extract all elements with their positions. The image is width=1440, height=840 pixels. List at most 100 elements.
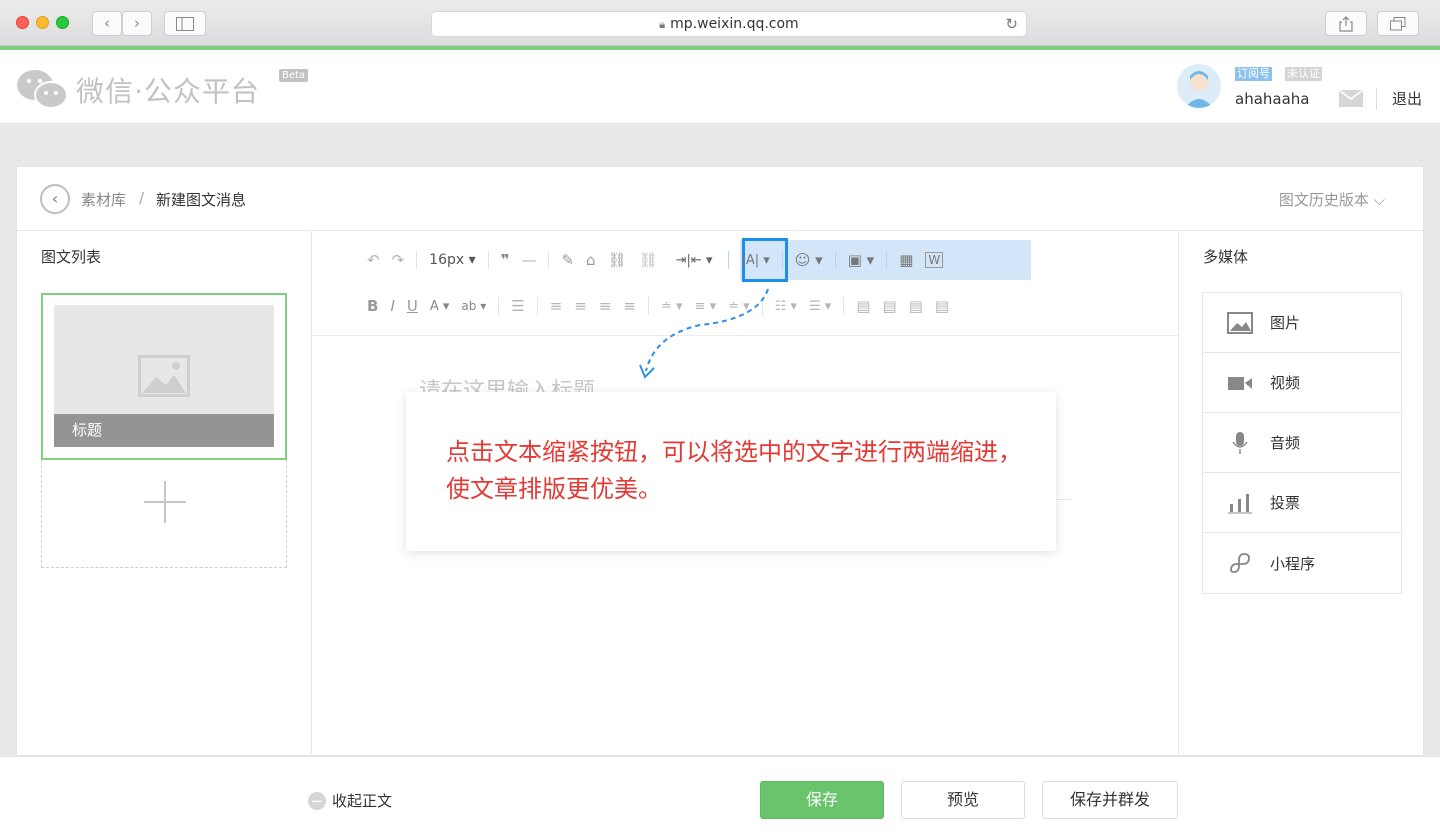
toolbar-separator (536, 297, 538, 315)
float-none-icon[interactable]: ▤ (883, 297, 897, 315)
minus-circle-icon: − (308, 791, 326, 810)
media-item-label: 视频 (1270, 374, 1301, 392)
indent-icon[interactable]: ☰ (511, 297, 524, 315)
forward-button[interactable]: › (122, 11, 152, 36)
chevron-right-icon: › (134, 14, 140, 32)
toolbar-separator (781, 251, 783, 269)
maximize-window-button[interactable] (56, 16, 69, 29)
float-center-icon[interactable]: ▤ (935, 297, 949, 315)
bold-icon[interactable]: B (367, 297, 378, 315)
save-button[interactable]: 保存 (760, 781, 884, 819)
avatar[interactable] (1177, 64, 1221, 108)
media-item-video[interactable]: 视频 (1203, 353, 1401, 413)
insert-image-dropdown[interactable]: ▣ ▾ (848, 251, 874, 269)
toolbar-row-1: ↶ ↷ 16px ▾ ❞ — ✎ ⌂ ⛓ ⛓ ⇥|⇤ ▾ |A| ▾ ☺ ▾ ▣… (367, 245, 955, 275)
redo-icon[interactable]: ↷ (392, 251, 405, 269)
url-text: mp.weixin.qq.com (670, 16, 799, 32)
align-left-icon[interactable]: ≡ (550, 297, 563, 315)
breadcrumb-parent-link[interactable]: 素材库 (81, 189, 126, 210)
letter-spacing-dropdown[interactable]: |A| ▾ (741, 253, 769, 268)
toolbar-separator (487, 251, 489, 269)
template-icon[interactable]: ▦ (899, 251, 913, 269)
article-card[interactable]: 标题 (41, 293, 287, 460)
font-size-dropdown[interactable]: 16px ▾ (429, 252, 475, 268)
history-version-dropdown[interactable]: 图文历史版本 ⌵ (1279, 189, 1385, 210)
chevron-left-icon: ‹ (104, 14, 110, 32)
align-center-icon[interactable]: ≡ (574, 297, 587, 315)
breadcrumb-current: 新建图文消息 (156, 191, 247, 209)
blockquote-icon[interactable]: ❞ (501, 251, 510, 269)
italic-icon[interactable]: I (390, 297, 394, 315)
user-avatar-icon (1177, 64, 1221, 108)
article-list-column: 图文列表 标题 (17, 231, 312, 757)
clear-format-icon[interactable]: ⌂ (586, 251, 596, 269)
emoji-dropdown[interactable]: ☺ ▾ (795, 251, 823, 269)
media-item-audio[interactable]: 音频 (1203, 413, 1401, 473)
tooltip-text: 点击文本缩紧按钮，可以将选中的文字进行两端缩进，使文章排版更优美。 (446, 438, 1022, 503)
import-word-icon[interactable]: W (925, 252, 944, 268)
share-icon (1339, 16, 1353, 32)
minimize-window-button[interactable] (36, 16, 49, 29)
toolbar-separator (834, 251, 836, 269)
article-cover: 标题 (54, 305, 274, 447)
toolbar-separator (886, 251, 888, 269)
site-header: 微信·公众平台 Beta 订阅号 未认证 ahahaaha 退出 (0, 50, 1440, 124)
media-item-label: 小程序 (1270, 554, 1316, 573)
address-bar[interactable]: 🔒︎ mp.weixin.qq.com ↻ (431, 11, 1027, 37)
underline-icon[interactable]: U (407, 297, 418, 315)
toolbar-separator (728, 251, 730, 269)
save-and-send-button[interactable]: 保存并群发 (1042, 781, 1178, 819)
close-window-button[interactable] (16, 16, 29, 29)
username[interactable]: ahahaaha (1235, 90, 1309, 108)
add-article-button[interactable] (41, 460, 287, 568)
image-placeholder-icon (138, 355, 190, 397)
media-column: 多媒体 图片 视频 音频 投票 小程序 (1178, 231, 1425, 757)
background-color-dropdown[interactable]: ab ▾ (461, 299, 486, 313)
article-list-title: 图文列表 (41, 248, 102, 266)
mini-program-icon (1230, 553, 1250, 573)
horizontal-rule-icon[interactable]: — (521, 251, 536, 269)
image-icon (1227, 311, 1253, 334)
preview-button[interactable]: 预览 (901, 781, 1025, 819)
media-item-vote[interactable]: 投票 (1203, 473, 1401, 533)
tooltip-card: 点击文本缩紧按钮，可以将选中的文字进行两端缩进，使文章排版更优美。 (406, 392, 1056, 551)
float-left-icon[interactable]: ▤ (856, 297, 870, 315)
collapse-body-button[interactable]: − 收起正文 (308, 790, 392, 811)
lock-icon: 🔒︎ (659, 18, 666, 31)
float-right-icon[interactable]: ▤ (909, 297, 923, 315)
format-painter-icon[interactable]: ✎ (561, 251, 574, 269)
tabs-icon (1390, 17, 1406, 31)
media-item-mini-program[interactable]: 小程序 (1203, 533, 1401, 593)
plus-icon (144, 481, 186, 523)
article-card-title: 标题 (54, 414, 274, 447)
media-item-label: 投票 (1270, 494, 1301, 512)
media-list: 图片 视频 音频 投票 小程序 (1202, 292, 1402, 594)
wechat-logo-icon (17, 70, 68, 109)
back-button[interactable]: ‹ (92, 11, 122, 36)
unlink-icon[interactable]: ⛓ (639, 251, 658, 269)
logout-link[interactable]: 退出 (1392, 88, 1422, 109)
share-button[interactable] (1325, 11, 1367, 36)
ordered-list-dropdown[interactable]: ☰ ▾ (809, 299, 831, 314)
link-icon[interactable]: ⛓ (608, 251, 627, 269)
browser-titlebar: ‹ › 🔒︎ mp.weixin.qq.com ↻ (0, 0, 1440, 46)
verify-status-badge: 未认证 (1285, 67, 1322, 81)
mail-icon[interactable] (1339, 90, 1363, 107)
account-type-badge: 订阅号 (1235, 67, 1272, 81)
undo-icon[interactable]: ↶ (367, 251, 380, 269)
back-circle-button[interactable]: ‹ (40, 184, 70, 214)
media-title: 多媒体 (1203, 248, 1249, 266)
media-item-image[interactable]: 图片 (1203, 293, 1401, 353)
reload-icon[interactable]: ↻ (1005, 12, 1018, 36)
text-indent-button[interactable]: ⇥|⇤ ▾ (676, 253, 713, 268)
toolbar-separator (548, 251, 550, 269)
annotation-arrow (639, 288, 769, 379)
media-item-label: 音频 (1270, 434, 1301, 452)
sidebar-toggle-button[interactable] (164, 11, 206, 36)
beta-badge: Beta (279, 69, 309, 82)
font-color-dropdown[interactable]: A ▾ (430, 299, 450, 314)
video-icon (1228, 376, 1252, 390)
align-right-icon[interactable]: ≡ (599, 297, 612, 315)
tabs-button[interactable] (1377, 11, 1419, 36)
header-divider (1376, 88, 1377, 110)
